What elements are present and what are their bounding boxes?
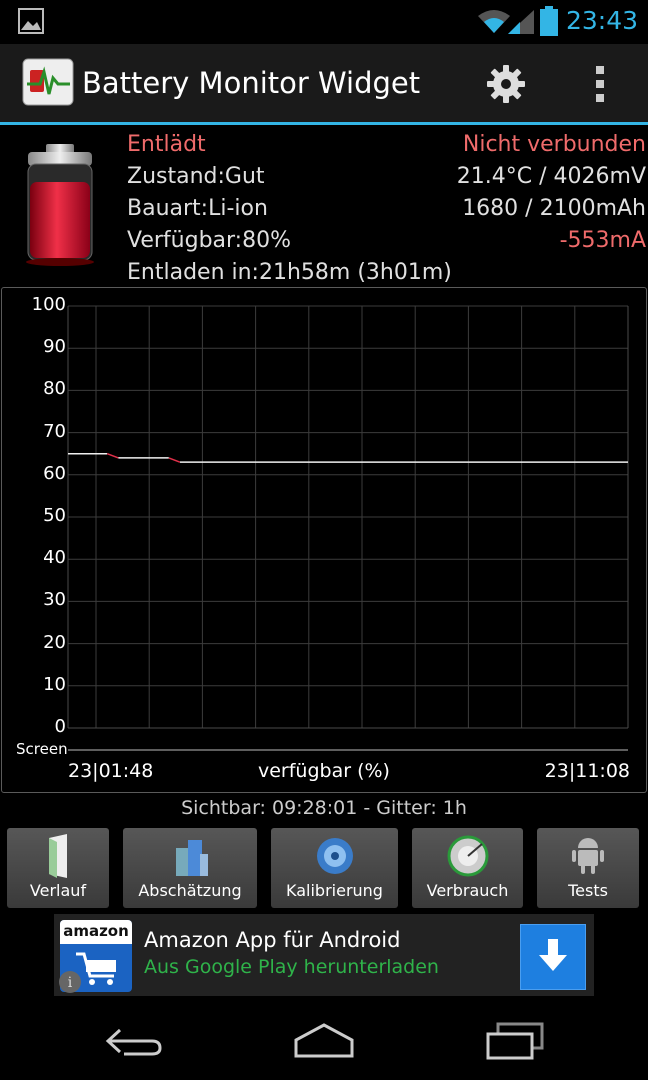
status-bar: 23:43 (0, 0, 648, 44)
series-segment (168, 457, 181, 463)
ad-info-icon[interactable]: i (58, 970, 82, 994)
chart-plot-area (67, 305, 629, 751)
health-label: Zustand:Gut (127, 164, 265, 189)
tests-button[interactable]: Tests (537, 828, 639, 908)
temperature-voltage: 21.4°C / 4026mV (456, 164, 646, 189)
battery-type: Bauart:Li-ion (127, 196, 268, 221)
usage-label: Verbrauch (426, 881, 509, 900)
battery-chart[interactable]: 100 90 80 70 60 50 40 30 20 10 0 Screen 23|01:48 v… (1, 287, 647, 793)
svg-text:i: i (68, 975, 73, 991)
tests-label: Tests (568, 881, 608, 900)
back-icon[interactable] (104, 1024, 164, 1058)
current-draw: -553mA (559, 228, 646, 253)
navigation-bar (0, 1000, 648, 1080)
discharge-time: Entladen in:21h58m (3h01m) (127, 260, 452, 285)
battery-graphic-icon (26, 144, 94, 266)
ad-banner[interactable]: amazon i Amazon App für Android Aus Goog… (54, 914, 594, 996)
overflow-menu-icon[interactable] (594, 64, 606, 104)
calibration-button[interactable]: Kalibrierung (271, 828, 398, 908)
calibration-label: Kalibrierung (286, 881, 383, 900)
home-icon[interactable] (292, 1022, 356, 1058)
connection-status: Nicht verbunden (462, 132, 646, 157)
image-notification-icon (18, 8, 44, 34)
building-icon (176, 840, 208, 876)
visible-range-text: Sichtbar: 09:28:01 - Gitter: 1h (181, 797, 467, 819)
clock: 23:43 (565, 6, 638, 35)
history-button[interactable]: Verlauf (7, 828, 109, 908)
signal-icon (508, 10, 534, 34)
wifi-icon (478, 10, 510, 33)
calibration-disc-icon (316, 838, 353, 874)
series-segment (106, 452, 119, 459)
amazon-logo-text: amazon (63, 922, 129, 940)
battery-status-icon (540, 6, 558, 36)
app-title: Battery Monitor Widget (82, 66, 421, 100)
available-percent: Verfügbar:80% (127, 228, 291, 253)
charging-state: Entlädt (127, 132, 206, 157)
download-arrow-icon (539, 939, 567, 971)
estimate-label: Abschätzung (138, 881, 242, 900)
settings-gear-icon[interactable] (486, 64, 526, 104)
history-label: Verlauf (29, 881, 87, 900)
gauge-icon (447, 835, 488, 877)
capacity-value: 1680 / 2100mAh (462, 196, 646, 221)
ad-title: Amazon App für Android (144, 928, 401, 952)
recent-apps-icon[interactable] (484, 1022, 546, 1060)
usage-button[interactable]: Verbrauch (412, 828, 523, 908)
download-button[interactable] (520, 924, 586, 990)
x-end-label: 23|11:08 (544, 760, 630, 782)
android-icon (572, 838, 604, 874)
ad-subtitle: Aus Google Play herunterladen (144, 956, 439, 978)
screen-label: Screen (16, 740, 68, 758)
estimate-button[interactable]: Abschätzung (123, 828, 257, 908)
door-icon (49, 834, 67, 878)
action-bar: Battery Monitor Widget (0, 44, 648, 125)
app-logo-icon[interactable] (22, 58, 74, 106)
